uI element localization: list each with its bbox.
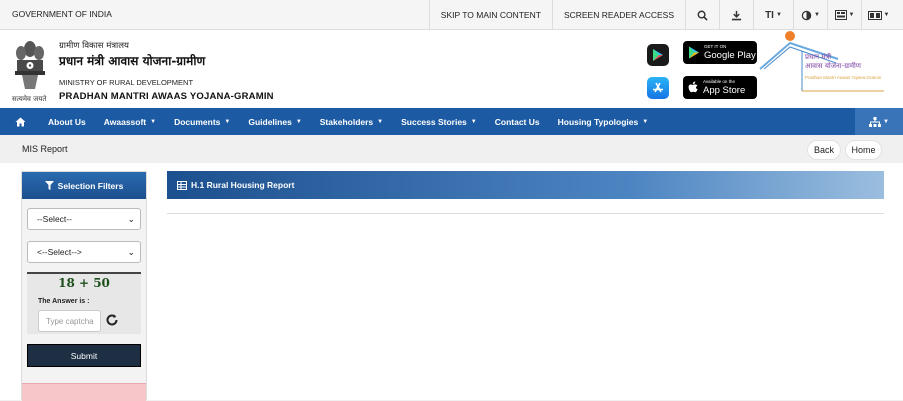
nav-item-label: Guidelines: [248, 116, 292, 127]
refresh-icon[interactable]: [105, 313, 119, 327]
nav-item-awaassoft[interactable]: Awaassoft ▼: [96, 108, 164, 135]
district-select-value: <--Select-->: [37, 247, 82, 257]
selection-filters-header: Selection Filters: [22, 172, 146, 199]
logo-line-1: प्रधान मंत्री: [805, 53, 832, 61]
district-select[interactable]: <--Select--> ⌄: [27, 241, 141, 263]
nav-item-label: Stakeholders: [319, 116, 374, 127]
site-title-block: ग्रामीण विकास मंत्रालय प्रधान मंत्री आवा…: [59, 40, 274, 102]
page-title: MIS Report: [22, 144, 68, 154]
report-panel: H.1 Rural Housing Report: [167, 171, 884, 214]
caret-down-icon: ▼: [150, 118, 157, 125]
nav-item-guidelines[interactable]: Guidelines ▼: [240, 108, 309, 135]
language-icon[interactable]: ▼: [861, 0, 895, 30]
skip-to-main-content-link[interactable]: SKIP TO MAIN CONTENT: [428, 0, 552, 30]
chevron-down-icon: ⌄: [127, 247, 135, 257]
app-store-big-text: App Store: [703, 84, 746, 96]
play-store-app-icon[interactable]: [647, 44, 669, 66]
breadcrumb: MIS Report Back Home: [0, 135, 903, 162]
government-label: GOVERNMENT OF INDIA: [12, 9, 112, 19]
ministry-english: MINISTRY OF RURAL DEVELOPMENT: [59, 78, 194, 87]
back-button[interactable]: Back: [807, 140, 841, 160]
nav-item-contact-us[interactable]: Contact Us: [487, 108, 548, 135]
caret-down-icon: ▼: [470, 118, 477, 125]
nav-item-about-us[interactable]: About Us: [40, 108, 94, 135]
nav-item-stakeholders[interactable]: Stakeholders ▼: [312, 108, 391, 135]
app-store-app-icon[interactable]: [647, 77, 669, 99]
state-select[interactable]: --Select-- ⌄: [27, 208, 141, 230]
nav-item-documents[interactable]: Documents ▼: [166, 108, 238, 135]
logo-line-3: Pradhan Mantri Awaas Yojana-Gramin: [805, 75, 882, 80]
nav-item-label: Contact Us: [494, 116, 540, 127]
captcha-input-placeholder: Type captcha: [46, 316, 94, 326]
submit-button[interactable]: Submit: [27, 344, 141, 367]
nav-item-housing-typologies[interactable]: Housing Typologies ▼: [550, 108, 657, 135]
google-play-small-text: GET IT ON: [704, 44, 727, 49]
sitemap-menu-icon[interactable]: ▼: [827, 0, 861, 30]
top-utility-bar: GOVERNMENT OF INDIA SKIP TO MAIN CONTENT…: [0, 0, 903, 30]
home-button[interactable]: Home: [845, 140, 882, 160]
nav-sitemap-icon[interactable]: ▼: [855, 108, 903, 135]
contrast-icon[interactable]: ▼: [793, 0, 827, 30]
search-icon[interactable]: [685, 0, 719, 30]
pmay-gramin-logo: प्रधान मंत्री आवास योजना-ग्रामीण Pradhan…: [758, 29, 888, 95]
selection-filters-panel: Selection Filters --Select-- ⌄ <--Select…: [21, 171, 147, 401]
download-icon[interactable]: [719, 0, 753, 30]
main-navigation: About Us Awaassoft ▼ Documents ▼ Guidelines ▼ S…: [0, 108, 903, 135]
selection-filters-title: Selection Filters: [57, 180, 124, 191]
caret-down-icon: ▼: [295, 118, 302, 125]
alert-bar: [22, 383, 146, 401]
captcha-input[interactable]: Type captcha: [38, 310, 101, 332]
captcha-expression: 18 + 50: [58, 276, 110, 290]
logo-line-2: आवास योजना-ग्रामीण: [805, 62, 861, 70]
google-play-big-text: Google Play: [704, 49, 756, 61]
text-size-label: TI: [765, 9, 774, 21]
filter-icon: [44, 181, 54, 190]
state-select-value: --Select--: [37, 214, 72, 224]
caret-down-icon: ▼: [642, 118, 649, 125]
scheme-english: PRADHAN MANTRI AWAAS YOJANA-GRAMIN: [59, 91, 274, 102]
nav-item-success-stories[interactable]: Success Stories ▼: [393, 108, 485, 135]
ministry-hindi: ग्रामीण विकास मंत्रालय: [59, 41, 129, 51]
caret-down-icon: ▼: [377, 118, 384, 125]
national-emblem-icon: [15, 41, 45, 89]
app-store-button[interactable]: Available on the App Store: [683, 76, 757, 99]
captcha-answer-label: The Answer is :: [38, 298, 90, 305]
home-icon[interactable]: [0, 108, 40, 135]
nav-item-label: Housing Typologies: [557, 116, 639, 127]
text-size-icon[interactable]: TI ▼: [753, 0, 793, 30]
utility-links: SKIP TO MAIN CONTENT SCREEN READER ACCES…: [428, 0, 895, 30]
emblem-caption: सत्यमेव जयते: [12, 95, 47, 103]
nav-item-label: About Us: [48, 116, 86, 127]
table-icon: [177, 180, 187, 190]
report-title: H.1 Rural Housing Report: [191, 180, 295, 190]
nav-item-label: Awaassoft: [103, 116, 147, 127]
captcha-box: 18 + 50 The Answer is : Type captcha: [27, 272, 141, 334]
nav-item-label: Documents: [174, 116, 221, 127]
content-area: Selection Filters --Select-- ⌄ <--Select…: [0, 163, 903, 401]
site-header: सत्यमेव जयते ग्रामीण विकास मंत्रालय प्रध…: [0, 30, 903, 108]
app-store-small-text: Available on the: [703, 79, 735, 84]
chevron-down-icon: ⌄: [127, 214, 135, 224]
screen-reader-access-link[interactable]: SCREEN READER ACCESS: [551, 0, 685, 30]
scheme-hindi: प्रधान मंत्री आवास योजना-ग्रामीण: [59, 54, 206, 68]
google-play-button[interactable]: GET IT ON Google Play: [683, 41, 757, 64]
report-header: H.1 Rural Housing Report: [167, 171, 884, 199]
nav-item-label: Success Stories: [401, 116, 467, 127]
caret-down-icon: ▼: [224, 118, 231, 125]
